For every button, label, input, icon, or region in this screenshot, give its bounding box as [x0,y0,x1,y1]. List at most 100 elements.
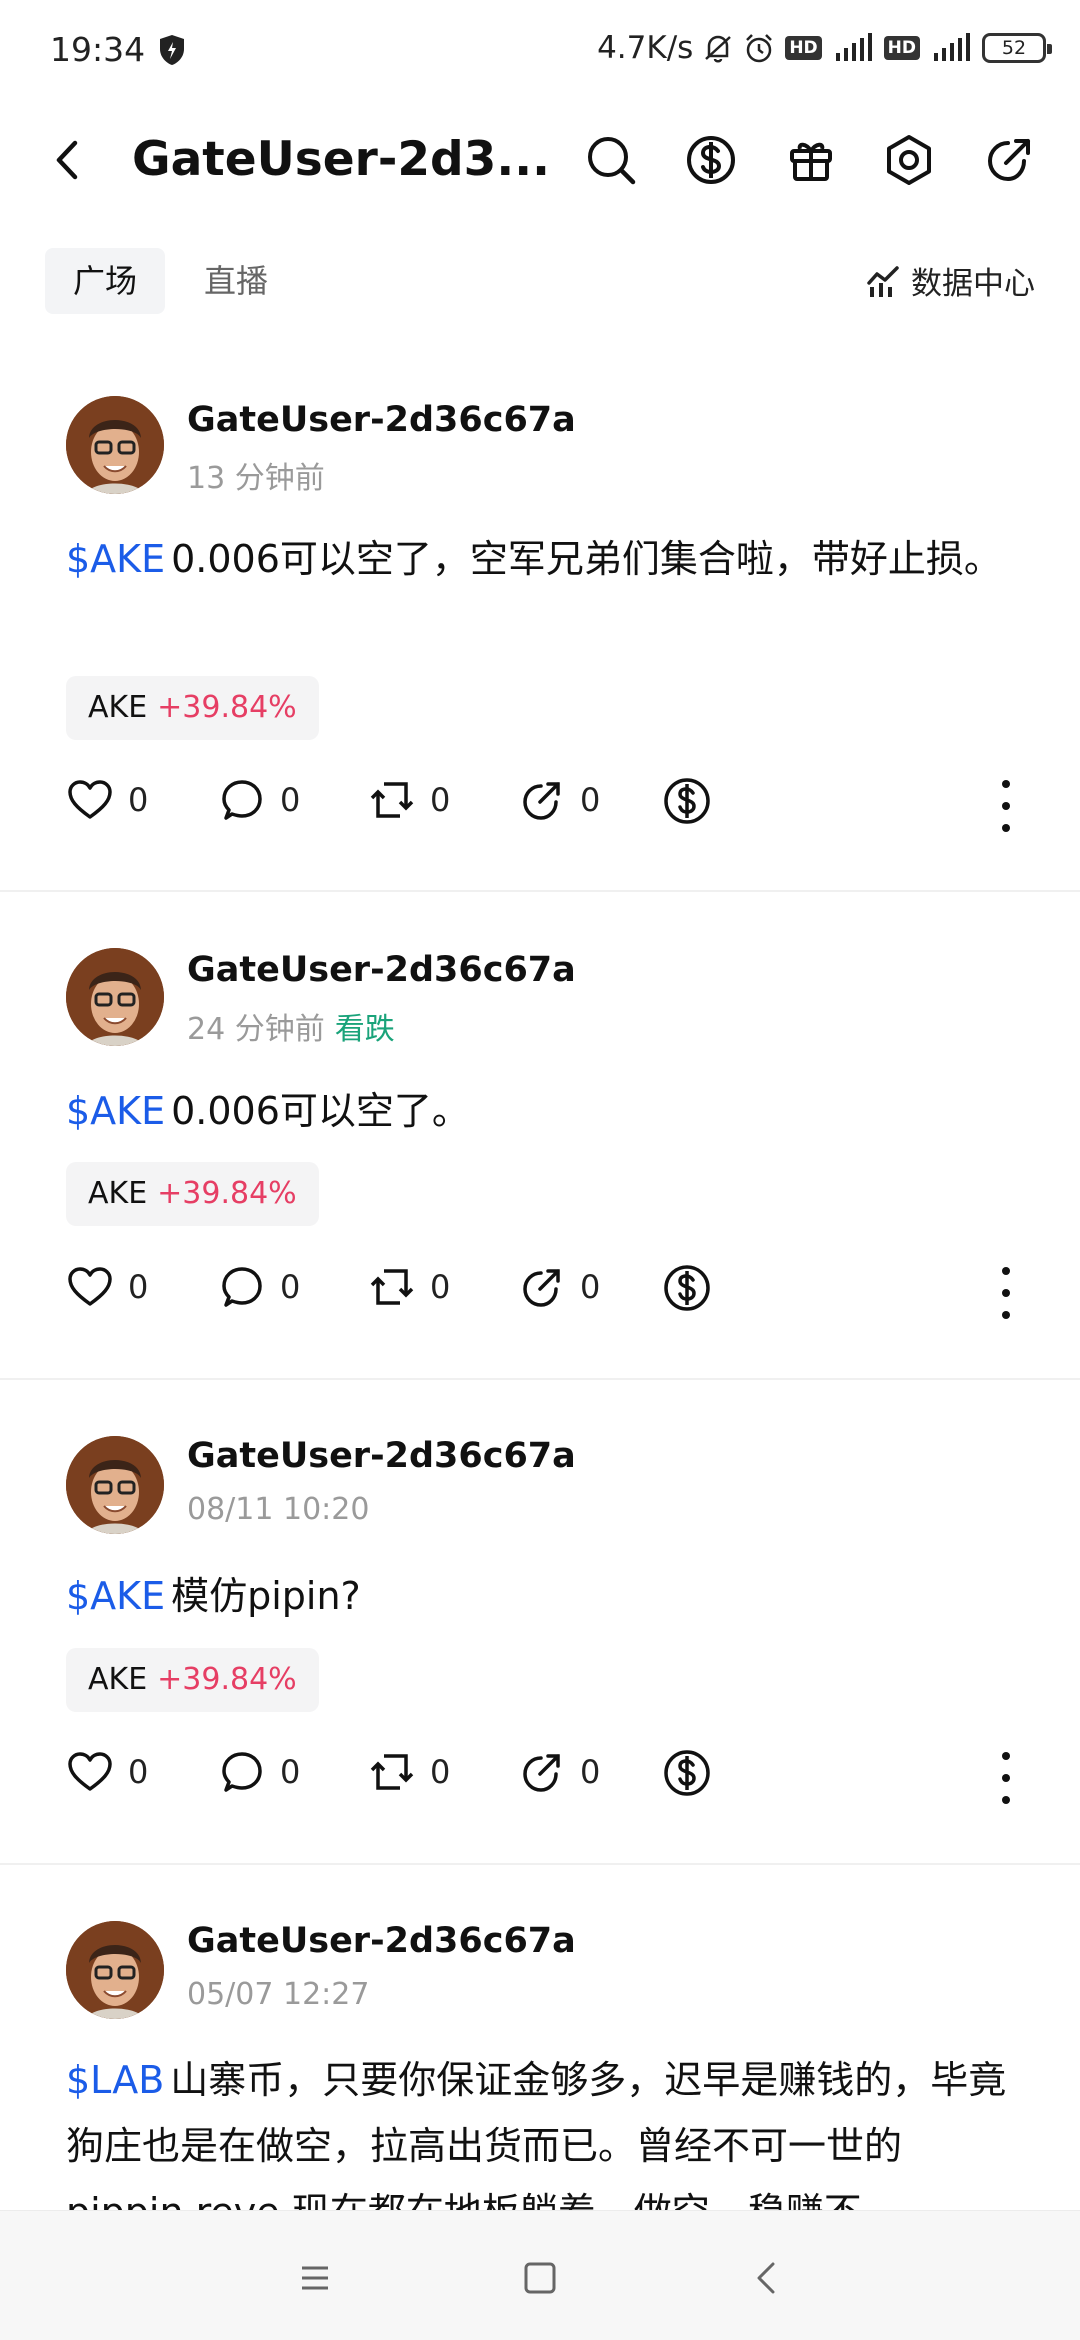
more-options-icon[interactable] [996,1267,1016,1319]
repost-button[interactable]: 0 [368,776,450,824]
post-meta: 24 分钟前 看跌 [187,1004,395,1048]
post-actions: 0 0 0 0 [66,1748,1016,1808]
post-content[interactable]: $AKE 0.006可以空了。 [66,1078,1016,1144]
net-speed: 4.7K/s [597,30,694,66]
home-icon[interactable] [515,2253,565,2303]
repost-count: 0 [430,781,451,819]
hd-badge: HD [785,36,822,60]
dollar-circle-icon [664,1750,710,1796]
coin-tag[interactable]: AKE +39.84% [66,1648,319,1712]
like-button[interactable]: 0 [66,1748,148,1796]
comment-count: 0 [280,781,301,819]
post-time-text: 05/07 12:27 [187,1977,370,2012]
repost-button[interactable]: 0 [368,1263,450,1311]
share-count: 0 [580,1753,601,1791]
tip-button[interactable] [662,1748,712,1798]
comment-icon [222,1752,262,1792]
share-count: 0 [580,1268,601,1306]
more-options-icon[interactable] [996,1752,1016,1804]
coin-name: AKE [88,690,148,725]
post-text: 0.006可以空了，空军兄弟们集合啦，带好止损。 [171,537,1002,581]
data-center-link[interactable]: 数据中心 [865,258,1035,303]
repost-button[interactable]: 0 [368,1748,450,1796]
heart-icon [68,1752,112,1791]
system-nav-bar [0,2210,1080,2340]
like-count: 0 [128,1268,149,1306]
post-card[interactable]: GateUser-2d36c67a 05/07 12:27 $LAB 山寨币，只要… [0,1865,1080,2210]
hd-badge-2: HD [883,36,920,60]
post-username[interactable]: GateUser-2d36c67a [187,950,576,990]
gift-icon[interactable] [782,131,840,189]
dollar-circle-icon [664,1265,710,1311]
post-card[interactable]: GateUser-2d36c67a 08/11 10:20 $AKE 模仿pipi… [0,1380,1080,1865]
heart-icon [68,1267,112,1306]
chart-icon [867,265,899,297]
comment-button[interactable]: 0 [218,1748,300,1796]
comment-button[interactable]: 0 [218,776,300,824]
share-icon[interactable] [980,131,1038,189]
post-content[interactable]: $AKE 0.006可以空了，空军兄弟们集合啦，带好止损。 [66,526,1016,592]
repost-icon [370,782,414,818]
like-count: 0 [128,1753,149,1791]
page-title: GateUser-2d3... [132,132,550,187]
comment-icon [222,780,262,820]
share-button[interactable]: 0 [518,1748,600,1796]
repost-count: 0 [430,1268,451,1306]
feed-tabs: 广场 直播 数据中心 [0,248,1080,318]
comment-count: 0 [280,1753,301,1791]
post-username[interactable]: GateUser-2d36c67a [187,1436,576,1476]
dollar-circle-icon [664,778,710,824]
share-button[interactable]: 0 [518,776,600,824]
signal-icon-2 [934,33,970,61]
tab-plaza[interactable]: 广场 [45,248,166,314]
tab-live[interactable]: 直播 [176,248,296,314]
like-button[interactable]: 0 [66,1263,148,1311]
tip-button[interactable] [662,1263,712,1313]
share-icon [523,782,560,820]
more-options-icon[interactable] [996,780,1016,832]
back-icon[interactable] [45,135,89,185]
menu-icon[interactable] [290,2253,340,2303]
post-time-text: 13 分钟前 [187,461,325,496]
post-text: 0.006可以空了。 [171,1089,470,1133]
post-username[interactable]: GateUser-2d36c67a [187,400,576,440]
post-content[interactable]: $LAB 山寨币，只要你保证金够多，迟早是赚钱的，毕竟狗庄也是在做空，拉高出货而已… [66,2047,1016,2210]
post-actions: 0 0 0 0 [66,776,1016,836]
share-button[interactable]: 0 [518,1263,600,1311]
ticker-link[interactable]: $AKE [66,1574,165,1618]
post-content[interactable]: $AKE 模仿pipin? [66,1563,1016,1629]
share-count: 0 [580,781,601,819]
avatar[interactable] [66,1921,164,2019]
status-bar: 19:34 4.7K/s HD HD 52 [0,0,1080,100]
avatar[interactable] [66,1436,164,1534]
back-nav-icon[interactable] [742,2253,792,2303]
settings-hexagon-icon[interactable] [880,131,938,189]
ticker-link[interactable]: $AKE [66,537,165,581]
coin-tag[interactable]: AKE +39.84% [66,676,319,740]
post-username[interactable]: GateUser-2d36c67a [187,1921,576,1961]
post-time: 24 分钟前 [187,1012,325,1047]
dollar-circle-icon[interactable] [682,131,740,189]
comment-button[interactable]: 0 [218,1263,300,1311]
coin-change: +39.84% [157,1176,297,1211]
post-card[interactable]: GateUser-2d36c67a 13 分钟前 $AKE 0.006可以空了，空… [0,340,1080,892]
top-app-bar: GateUser-2d3... [0,110,1080,210]
post-actions: 0 0 0 0 [66,1263,1016,1323]
like-button[interactable]: 0 [66,776,148,824]
avatar[interactable] [66,396,164,494]
tip-button[interactable] [662,776,712,826]
data-center-label: 数据中心 [911,266,1035,302]
coin-tag[interactable]: AKE +39.84% [66,1162,319,1226]
post-time: 08/11 10:20 [187,1492,369,1527]
post-time: 05/07 12:27 [187,1977,369,2012]
heart-icon [68,780,112,819]
avatar[interactable] [66,948,164,1046]
post-card[interactable]: GateUser-2d36c67a 24 分钟前 看跌 $AKE 0.006可以空了… [0,892,1080,1380]
repost-icon [370,1269,414,1305]
alarm-icon [746,34,773,63]
repost-count: 0 [430,1753,451,1791]
ticker-link[interactable]: $LAB [66,2058,164,2102]
ticker-link[interactable]: $AKE [66,1089,165,1133]
coin-change: +39.84% [157,1662,297,1697]
search-icon[interactable] [582,131,640,189]
